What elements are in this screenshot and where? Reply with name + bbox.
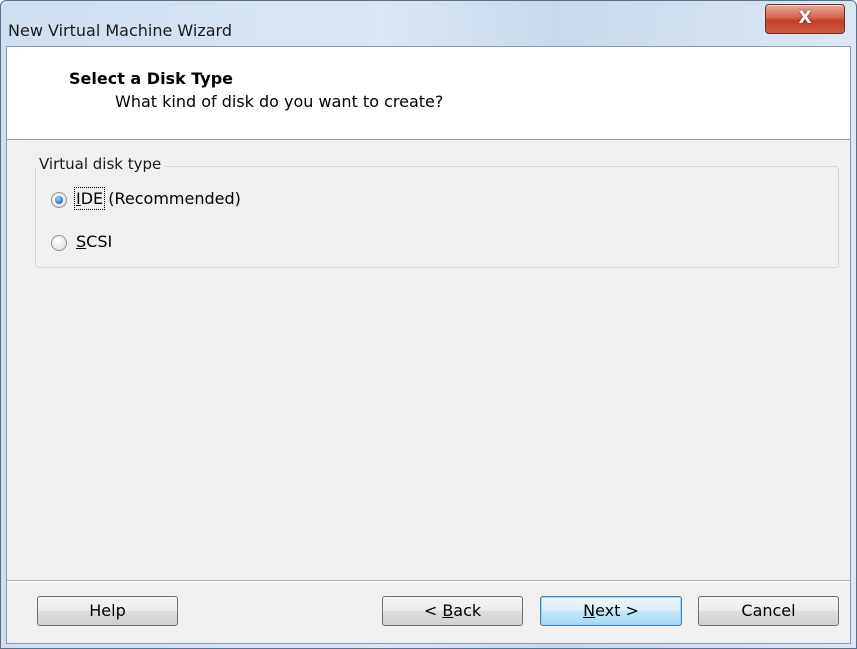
back-text: ack — [453, 601, 482, 620]
option-suffix: (Recommended) — [103, 189, 241, 208]
wizard-client-area: Select a Disk Type What kind of disk do … — [6, 46, 851, 644]
accelerator-key: N — [583, 601, 596, 620]
accelerator-key: S — [76, 232, 87, 251]
next-button[interactable]: Next > — [540, 596, 682, 626]
page-subtitle: What kind of disk do you want to create? — [115, 92, 444, 111]
option-text: CSI — [86, 232, 113, 251]
page-title: Select a Disk Type — [69, 69, 234, 88]
back-prefix: < — [423, 601, 443, 620]
title-bar[interactable]: New Virtual Machine Wizard X — [1, 1, 856, 45]
back-button[interactable]: < Back — [382, 596, 523, 626]
cancel-button[interactable]: Cancel — [698, 596, 839, 626]
radio-option-scsi[interactable]: SCSI — [51, 232, 171, 254]
focus-indicator: IDE — [73, 187, 106, 210]
radio-unselected-icon[interactable] — [51, 235, 67, 251]
radio-option-ide[interactable]: IDE (Recommended) — [51, 187, 291, 211]
radio-label-scsi[interactable]: SCSI — [76, 232, 112, 251]
window-frame-bottom — [1, 642, 856, 648]
radio-label-ide[interactable]: IDE (Recommended) — [73, 187, 241, 210]
wizard-window: New Virtual Machine Wizard X Select a Di… — [0, 0, 857, 649]
disk-type-group-label: Virtual disk type — [36, 155, 165, 173]
accelerator-key: B — [442, 601, 454, 620]
window-title: New Virtual Machine Wizard — [8, 21, 232, 40]
close-icon: X — [798, 8, 812, 28]
radio-selected-icon[interactable] — [51, 192, 67, 208]
footer-divider — [7, 580, 850, 582]
close-button[interactable]: X — [765, 4, 845, 34]
wizard-header: Select a Disk Type What kind of disk do … — [7, 47, 850, 140]
next-text: ext > — [595, 601, 639, 620]
help-button[interactable]: Help — [37, 596, 178, 626]
option-text: DE — [80, 189, 104, 208]
